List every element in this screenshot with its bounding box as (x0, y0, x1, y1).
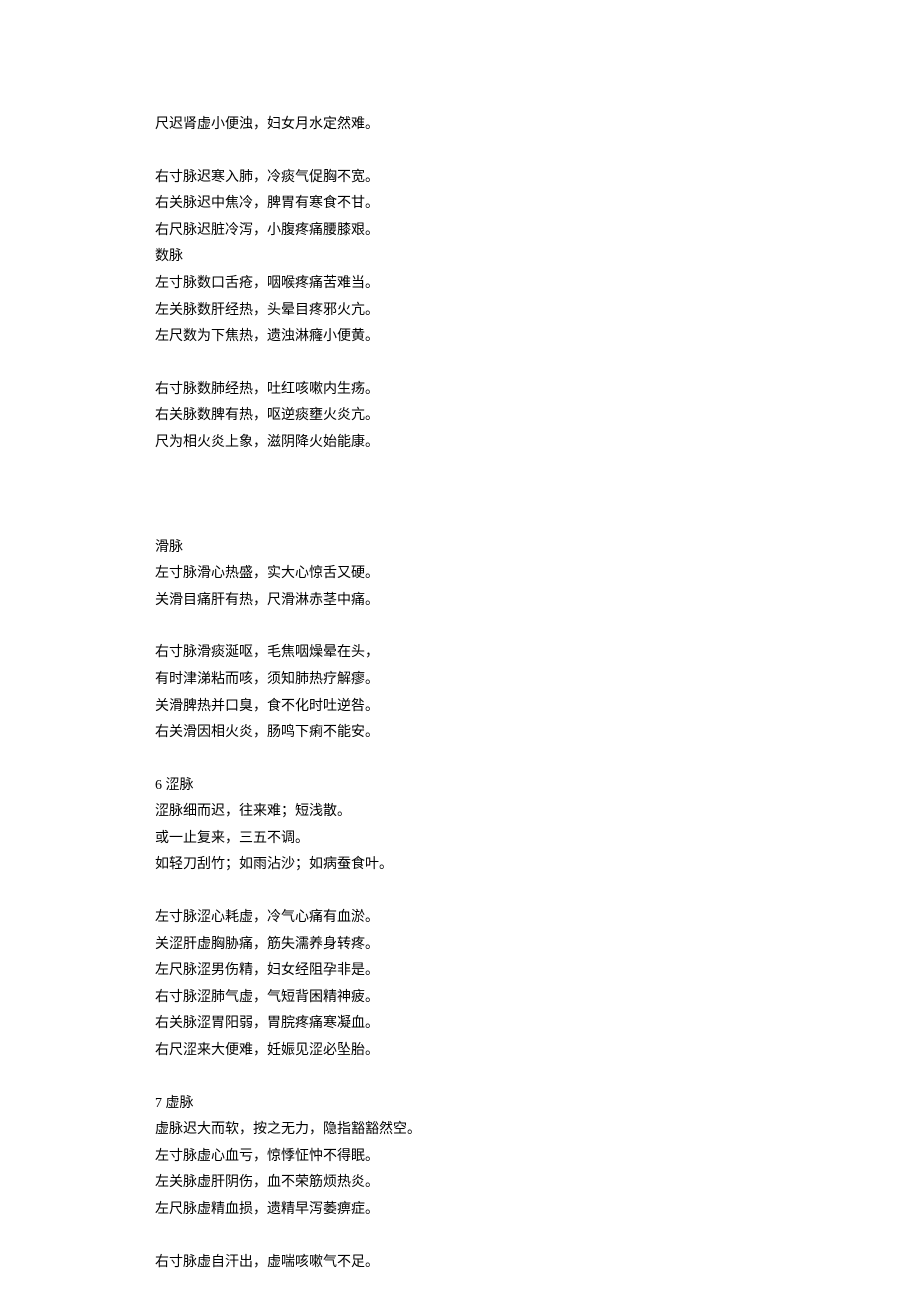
text-line: 右关脉迟中焦冷，脾胃有寒食不甘。 (155, 191, 775, 218)
section-spacer (155, 614, 775, 640)
text-line: 左关脉数肝经热，头晕目疼邪火亢。 (155, 298, 775, 325)
text-line: 关滑脾热并口臭，食不化时吐逆咎。 (155, 694, 775, 721)
text-line: 右寸脉数肺经热，吐红咳嗽内生疡。 (155, 377, 775, 404)
text-line: 滑脉 (155, 535, 775, 562)
text-line: 右关脉涩胃阳弱，胃脘疼痛寒凝血。 (155, 1011, 775, 1038)
text-line: 右寸脉涩肺气虚，气短背困精神疲。 (155, 985, 775, 1012)
text-line: 右关脉数脾有热，呕逆痰壅火炎亢。 (155, 403, 775, 430)
text-line: 涩脉细而迟，往来难；短浅散。 (155, 799, 775, 826)
text-line: 尺迟肾虚小便浊，妇女月水定然难。 (155, 112, 775, 139)
text-line: 关涩肝虚胸胁痛，筋失濡养身转疼。 (155, 932, 775, 959)
text-line: 左尺脉虚精血损，遗精早泻萎痹症。 (155, 1197, 775, 1224)
section-spacer (155, 747, 775, 773)
section-spacer (155, 1065, 775, 1091)
document-content: 尺迟肾虚小便浊，妇女月水定然难。右寸脉迟寒入肺，冷痰气促胸不宽。右关脉迟中焦冷，… (155, 112, 775, 1276)
text-line: 右关滑因相火炎，肠鸣下痢不能安。 (155, 720, 775, 747)
text-line: 左寸脉数口舌疮，咽喉疼痛苦难当。 (155, 271, 775, 298)
text-line: 左尺脉涩男伤精，妇女经阻孕非是。 (155, 958, 775, 985)
text-line: 右寸脉虚自汗出，虚喘咳嗽气不足。 (155, 1250, 775, 1277)
section-spacer (155, 879, 775, 905)
text-line: 或一止复来，三五不调。 (155, 826, 775, 853)
text-line: 尺为相火炎上象，滋阴降火始能康。 (155, 430, 775, 457)
text-line: 有时津涕粘而咳，须知肺热疗解瘳。 (155, 667, 775, 694)
text-line: 关滑目痛肝有热，尺滑淋赤茎中痛。 (155, 588, 775, 615)
text-line: 7 虚脉 (155, 1091, 775, 1118)
text-line: 左关脉虚肝阴伤，血不荣筋烦热炎。 (155, 1170, 775, 1197)
text-line: 6 涩脉 (155, 773, 775, 800)
text-line: 右尺脉迟脏冷泻，小腹疼痛腰膝艰。 (155, 218, 775, 245)
section-spacer (155, 139, 775, 165)
text-line: 右尺涩来大便难，妊娠见涩必坠胎。 (155, 1038, 775, 1065)
text-line: 左尺数为下焦热，遗浊淋癃小便黄。 (155, 324, 775, 351)
text-line: 数脉 (155, 244, 775, 271)
section-spacer (155, 351, 775, 377)
text-line: 如轻刀刮竹；如雨沾沙；如病蚕食叶。 (155, 852, 775, 879)
text-line: 右寸脉迟寒入肺，冷痰气促胸不宽。 (155, 165, 775, 192)
text-line: 左寸脉虚心血亏，惊悸怔忡不得眠。 (155, 1144, 775, 1171)
text-line: 左寸脉涩心耗虚，冷气心痛有血淤。 (155, 905, 775, 932)
text-line: 虚脉迟大而软，按之无力，隐指豁豁然空。 (155, 1117, 775, 1144)
text-line: 右寸脉滑痰涎呕，毛焦咽燥晕在头， (155, 640, 775, 667)
section-spacer (155, 1224, 775, 1250)
section-spacer (155, 457, 775, 535)
text-line: 左寸脉滑心热盛，实大心惊舌又硬。 (155, 561, 775, 588)
